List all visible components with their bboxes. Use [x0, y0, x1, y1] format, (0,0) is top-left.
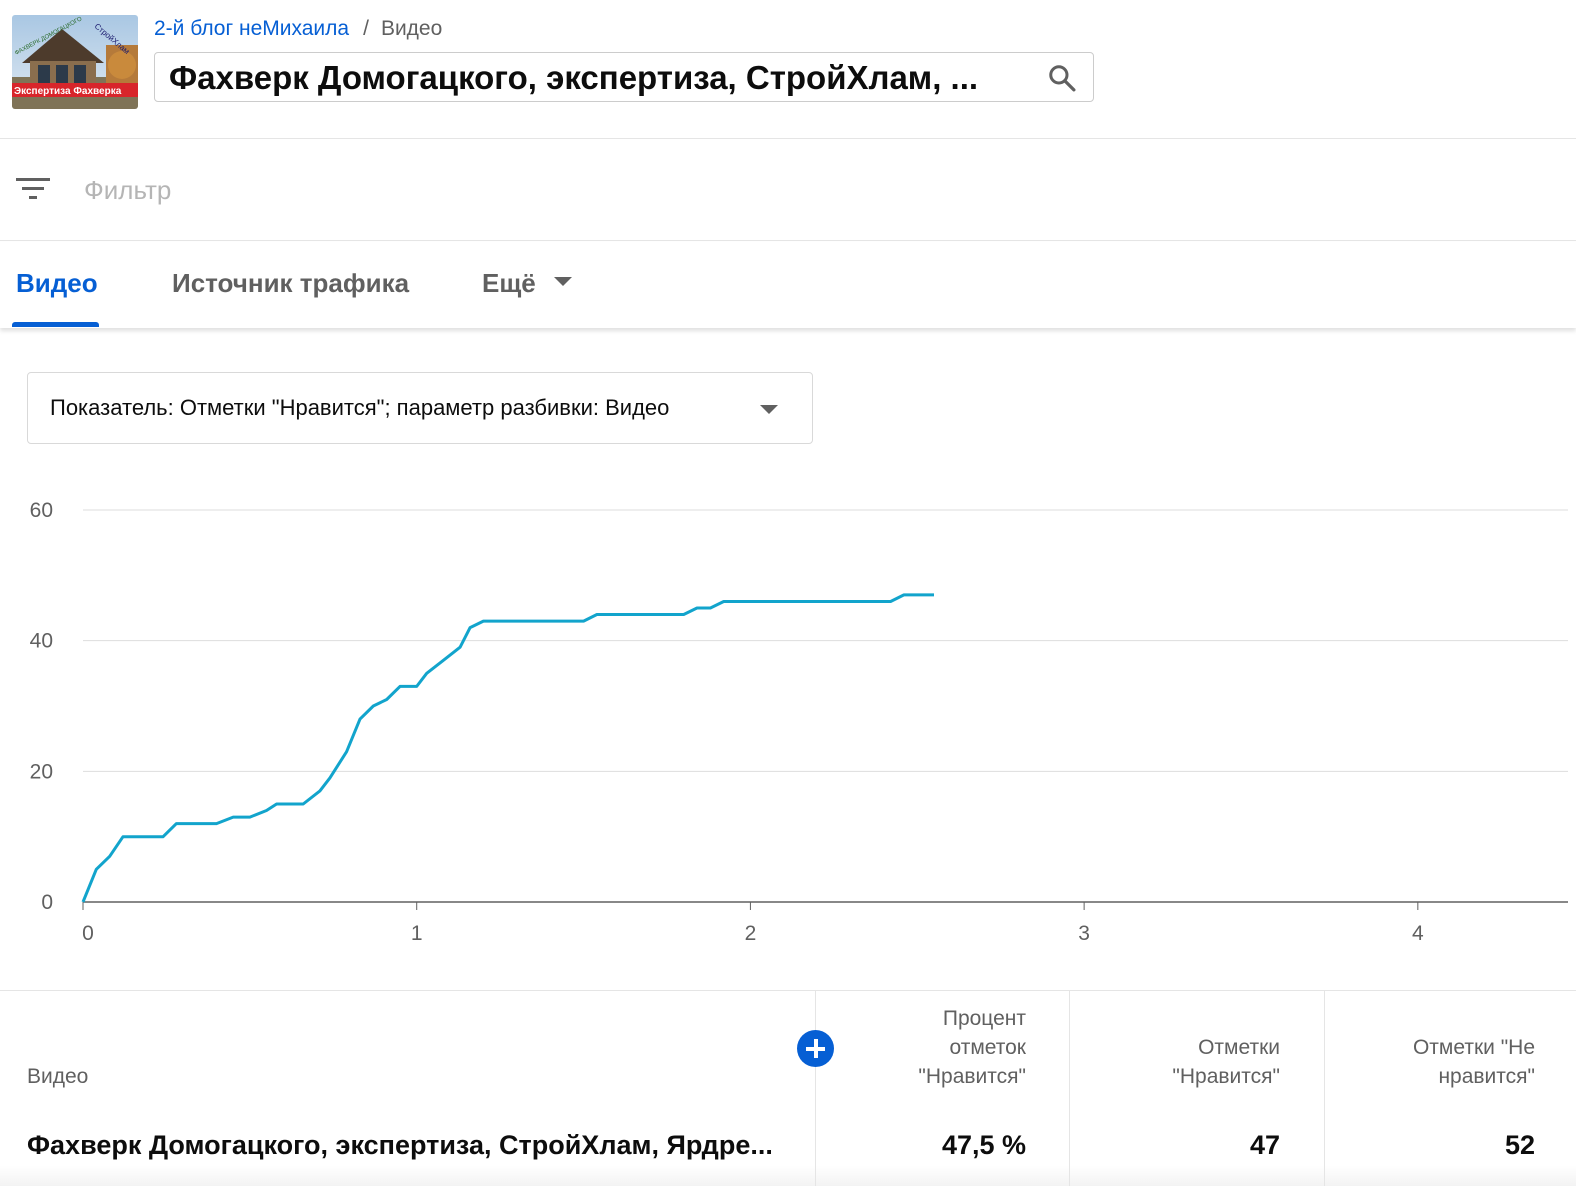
active-tab-indicator [12, 322, 99, 327]
column-divider [815, 990, 816, 1186]
x-tick-label: 4 [1412, 922, 1424, 945]
video-selector[interactable]: Фахверк Домогацкого, экспертиза, СтройХл… [154, 52, 1094, 102]
thumbnail-image: Экспертиза Фахверка СтройХлам ФАХВЕРК ДО… [12, 15, 138, 109]
x-tick-label: 0 [82, 922, 94, 945]
column-header-like-percent[interactable]: Процент отметок "Нравится" [880, 1004, 1026, 1091]
filter-icon[interactable] [16, 174, 52, 204]
metric-dropdown-label: Показатель: Отметки "Нравится"; параметр… [50, 395, 670, 420]
row-like-percent: 47,5 % [941, 1130, 1026, 1160]
thumbnail-caption: Экспертиза Фахверка [14, 86, 122, 97]
video-title: Фахверк Домогацкого, экспертиза, СтройХл… [169, 59, 979, 96]
y-tick-label: 40 [30, 630, 53, 653]
column-header-likes[interactable]: Отметки "Нравится" [1120, 1033, 1280, 1091]
breadcrumb-separator: / [363, 17, 369, 40]
row-likes: 47 [1249, 1130, 1280, 1160]
breadcrumb-channel-link[interactable]: 2-й блог неМихаила [154, 17, 349, 40]
tab-more-label: Ещё [482, 268, 536, 298]
breadcrumb: 2-й блог неМихаила / Видео [154, 16, 442, 42]
column-header-dislikes[interactable]: Отметки "Не нравится" [1360, 1033, 1535, 1091]
x-tick-label: 3 [1078, 922, 1090, 945]
y-tick-label: 60 [30, 499, 53, 522]
video-thumbnail[interactable]: Экспертиза Фахверка СтройХлам ФАХВЕРК ДО… [12, 15, 138, 109]
table-header-row [0, 990, 1576, 1104]
filter-input[interactable] [84, 172, 684, 208]
likes-line-chart: 0 20 40 60 0 1 2 3 4 [30, 499, 1568, 945]
data-table: Видео Процент отметок "Нравится" Отметки… [0, 990, 1576, 1186]
tab-video[interactable]: Видео [16, 268, 98, 299]
add-metric-button[interactable] [797, 1030, 834, 1067]
x-tick-label: 1 [411, 922, 423, 945]
y-tick-label: 0 [41, 891, 53, 914]
header-divider [0, 138, 1576, 139]
chevron-down-icon [553, 276, 572, 286]
tab-more-dropdown[interactable]: Ещё [482, 268, 572, 299]
filter-divider [0, 240, 1576, 241]
metric-dropdown[interactable]: Показатель: Отметки "Нравится"; параметр… [27, 372, 813, 444]
row-dislikes: 52 [1504, 1130, 1535, 1160]
search-icon[interactable] [1047, 63, 1077, 93]
chevron-down-icon [760, 405, 778, 414]
row-video-title[interactable]: Фахверк Домогацкого, экспертиза, СтройХл… [27, 1130, 773, 1161]
column-divider [1069, 990, 1070, 1186]
column-divider [1324, 990, 1325, 1186]
breadcrumb-current: Видео [380, 17, 443, 40]
tab-traffic-source[interactable]: Источник трафика [172, 268, 409, 299]
column-header-video[interactable]: Видео [27, 1062, 88, 1091]
y-tick-label: 20 [30, 760, 53, 783]
tab-bar: Видео Источник трафика Ещё [0, 242, 1576, 328]
x-tick-label: 2 [745, 922, 757, 945]
